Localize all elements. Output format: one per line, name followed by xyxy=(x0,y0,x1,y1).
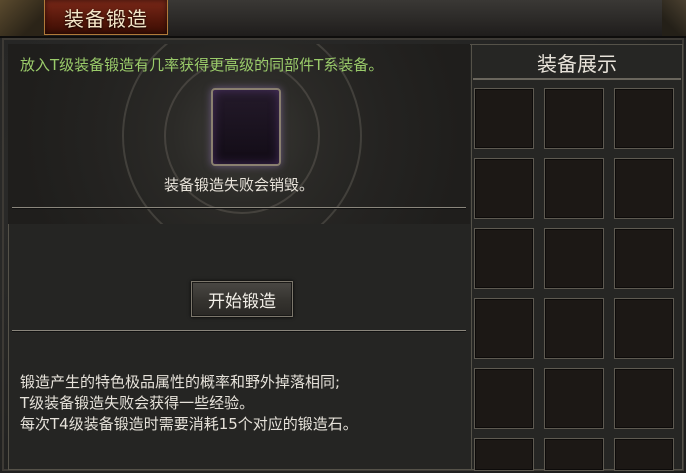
showcase-slot[interactable] xyxy=(614,368,674,429)
window-title: 装备锻造 xyxy=(64,6,148,31)
divider-top xyxy=(12,207,466,208)
showcase-slot[interactable] xyxy=(474,368,534,429)
note-line: 每次T4级装备锻造时需要消耗15个对应的锻造石。 xyxy=(20,415,358,433)
forge-notes: 锻造产生的特色极品属性的概率和野外掉落相同; T级装备锻造失败会获得一些经验。 … xyxy=(20,372,358,435)
equipment-slot[interactable] xyxy=(211,88,281,166)
showcase-slot[interactable] xyxy=(614,438,674,471)
showcase-title-divider xyxy=(473,78,681,80)
showcase-slot[interactable] xyxy=(544,228,604,289)
showcase-slot[interactable] xyxy=(614,228,674,289)
showcase-slot[interactable] xyxy=(474,88,534,149)
showcase-slot[interactable] xyxy=(614,298,674,359)
showcase-slot[interactable] xyxy=(544,368,604,429)
dragon-ornament-icon xyxy=(0,0,48,36)
showcase-slot[interactable] xyxy=(614,88,674,149)
showcase-title: 装备展示 xyxy=(537,52,617,76)
start-forge-button[interactable]: 开始锻造 xyxy=(191,281,293,317)
corner-ornament-icon xyxy=(662,0,686,36)
window-title-tab: 装备锻造 xyxy=(44,0,168,35)
showcase-slot[interactable] xyxy=(544,438,604,471)
note-line: 锻造产生的特色极品属性的概率和野外掉落相同; xyxy=(20,373,341,391)
showcase-slot[interactable] xyxy=(544,158,604,219)
title-bar: 装备锻造 xyxy=(0,0,686,38)
showcase-slot[interactable] xyxy=(474,438,534,471)
showcase-slot[interactable] xyxy=(544,298,604,359)
showcase-slot[interactable] xyxy=(474,158,534,219)
forge-hint-text: 放入T级装备锻造有几率获得更高级的同部件T系装备。 xyxy=(20,56,384,74)
failure-warning-text: 装备锻造失败会销毁。 xyxy=(163,176,314,194)
showcase-slot[interactable] xyxy=(614,158,674,219)
showcase-slot[interactable] xyxy=(474,298,534,359)
divider-bottom xyxy=(12,330,466,331)
note-line: T级装备锻造失败会获得一些经验。 xyxy=(20,394,255,412)
showcase-slot[interactable] xyxy=(474,228,534,289)
forge-window: 装备锻造 放入T级装备锻造有几率获得更高级的同部件T系装备。 装备锻造失败会销毁… xyxy=(0,0,686,473)
showcase-slot[interactable] xyxy=(544,88,604,149)
